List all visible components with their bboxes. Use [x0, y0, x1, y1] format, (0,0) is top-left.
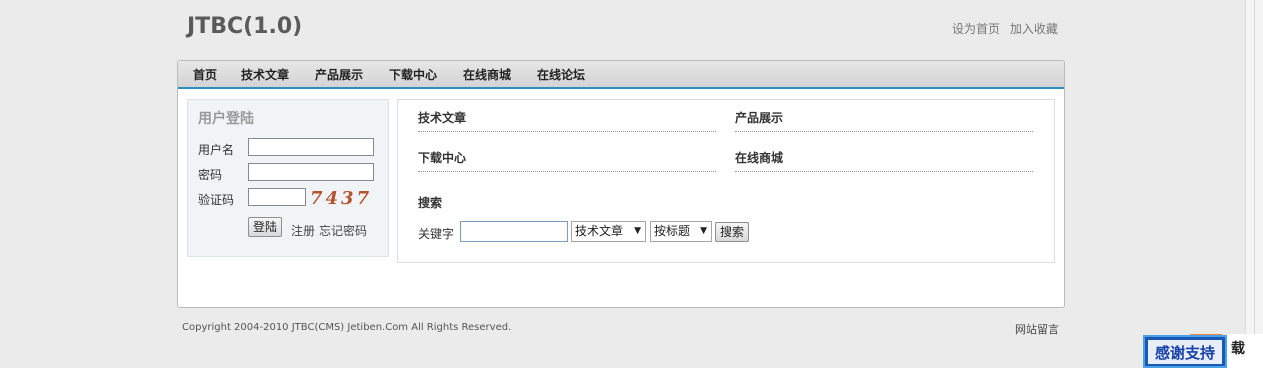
forgot-password-link[interactable]: 忘记密码	[319, 222, 367, 239]
set-homepage-link[interactable]: 设为首页	[952, 22, 1000, 36]
nav-shop[interactable]: 在线商城	[463, 66, 511, 83]
site-title: JTBC(1.0)	[187, 14, 303, 39]
main-nav: 首页 技术文章 产品展示 下载中心 在线商城 在线论坛	[178, 61, 1064, 89]
main-container: 首页 技术文章 产品展示 下载中心 在线商城 在线论坛 用户登陆 用户名 密码 …	[177, 60, 1065, 308]
login-title: 用户登陆	[198, 111, 254, 127]
username-input[interactable]	[248, 138, 374, 156]
login-panel: 用户登陆 用户名 密码 验证码 7437 登陆 注册 忘记密码	[187, 99, 389, 257]
search-button[interactable]: 搜索	[715, 222, 750, 242]
captcha-input[interactable]	[248, 188, 306, 206]
section-articles[interactable]: 技术文章	[418, 109, 716, 132]
nav-articles[interactable]: 技术文章	[241, 66, 289, 83]
section-products[interactable]: 产品展示	[735, 109, 1033, 132]
guestbook-link[interactable]: 网站留言	[1015, 321, 1059, 337]
add-favorite-link[interactable]: 加入收藏	[1010, 22, 1058, 36]
top-links: 设为首页 加入收藏	[952, 20, 1064, 37]
keyword-label: 关键字	[418, 227, 455, 241]
chevron-down-icon: ▼	[700, 226, 707, 236]
search-title: 搜索	[418, 196, 443, 210]
footer-copyright: Copyright 2004-2010 JTBC(CMS) Jetiben.Co…	[182, 322, 512, 333]
password-label: 密码	[198, 168, 223, 182]
section-downloads[interactable]: 下载中心	[418, 149, 716, 172]
content-panel: 技术文章 产品展示 下载中心 在线商城 搜索 关键字 技术文章 ▼ 按标题 ▼ …	[397, 99, 1055, 263]
nav-products[interactable]: 产品展示	[315, 66, 363, 83]
scrollbar-track	[1254, 0, 1255, 368]
login-button[interactable]: 登陆	[248, 217, 283, 237]
password-input[interactable]	[248, 163, 374, 181]
captcha-image[interactable]: 7437	[310, 189, 376, 209]
category-select[interactable]: 技术文章 ▼	[571, 221, 646, 242]
register-link[interactable]: 注册	[291, 222, 315, 239]
thanks-badge-label: 感谢支持	[1148, 340, 1222, 364]
keyword-input[interactable]	[460, 221, 568, 242]
category-select-value: 技术文章	[575, 224, 624, 238]
nav-home[interactable]: 首页	[193, 66, 217, 83]
section-shop[interactable]: 在线商城	[735, 149, 1033, 172]
username-label: 用户名	[198, 143, 235, 157]
badge-extra: 载	[1227, 334, 1263, 368]
vertical-scrollbar[interactable]	[1245, 0, 1263, 368]
nav-forum[interactable]: 在线论坛	[537, 66, 585, 83]
chevron-down-icon: ▼	[634, 226, 641, 236]
thanks-badge[interactable]: 感谢支持	[1143, 335, 1227, 368]
badge-extra-text: 载	[1231, 341, 1245, 357]
nav-downloads[interactable]: 下载中心	[389, 66, 437, 83]
captcha-label: 验证码	[198, 193, 235, 207]
field-select-value: 按标题	[654, 224, 691, 238]
field-select[interactable]: 按标题 ▼	[650, 221, 712, 242]
